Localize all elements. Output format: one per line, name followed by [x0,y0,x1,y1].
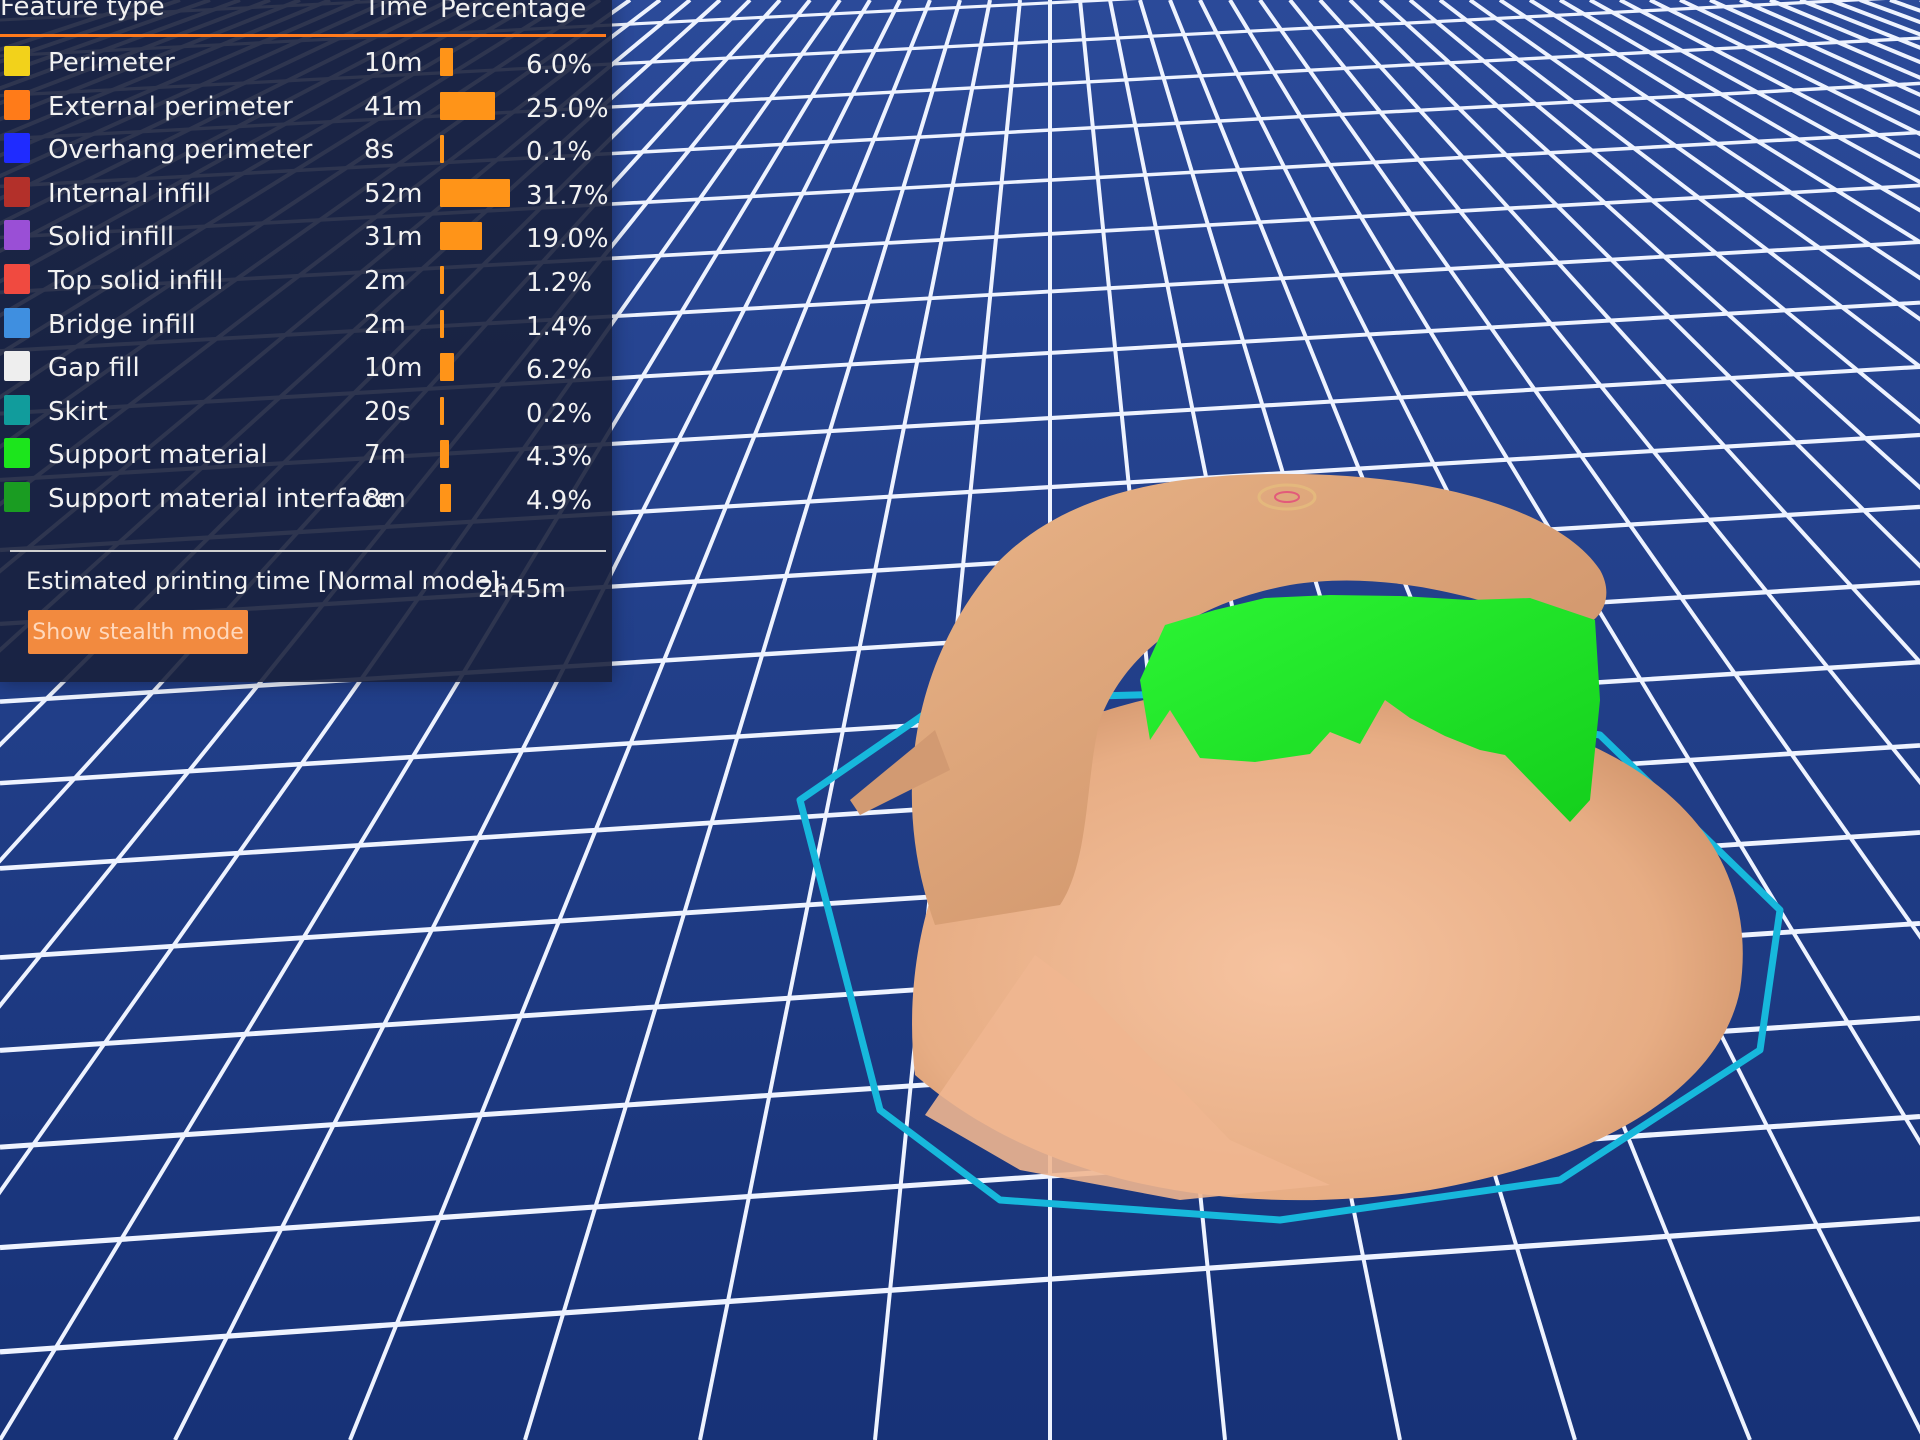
summary-divider [10,550,606,552]
color-swatch [4,481,30,512]
feature-percentage: 0.2% [526,398,593,429]
header-divider [0,34,606,37]
percentage-bar [440,91,495,120]
percentage-bar [440,135,444,164]
feature-label: Top solid infill [48,265,224,296]
feature-label: Internal infill [48,178,211,209]
feature-time: 20s [364,396,411,427]
legend-panel: Feature type Time Percentage Perimeter 10… [0,0,612,682]
feature-label: Support material [48,440,268,471]
feature-row: Support material 7m 4.3% [0,434,612,478]
feature-row: Internal infill 52m 31.7% [0,173,612,217]
percentage-bar [440,483,451,512]
color-swatch [4,263,30,294]
color-swatch [4,438,30,469]
feature-row: Overhang perimeter 8s 0.1% [0,129,612,173]
estimated-time-label: Estimated printing time [Normal mode]: [26,567,508,595]
feature-row: Skirt 20s 0.2% [0,391,612,435]
color-swatch [4,176,30,207]
header-percentage: Percentage [440,0,587,24]
percentage-bar [440,396,444,425]
color-swatch [4,46,30,76]
feature-percentage: 19.0% [526,224,609,255]
feature-row: Solid infill 31m 19.0% [0,216,612,260]
feature-label: External perimeter [48,91,293,122]
color-swatch [4,394,30,425]
feature-row: Support material interface 8m 4.9% [0,478,612,522]
percentage-bar [440,440,450,469]
feature-time: 8s [364,135,395,166]
feature-percentage: 4.3% [526,442,593,473]
percentage-bar [440,178,510,207]
feature-row: External perimeter 41m 25.0% [0,86,612,130]
feature-row: Gap fill 10m 6.2% [0,347,612,391]
percentage-bar [440,309,444,338]
feature-label: Skirt [48,396,108,427]
feature-percentage: 0.1% [526,137,593,168]
show-stealth-mode-button[interactable]: Show stealth mode [28,610,248,654]
feature-label: Gap fill [48,353,140,384]
color-swatch [4,307,30,338]
feature-label: Solid infill [48,222,175,253]
feature-time: 41m [364,91,423,122]
feature-percentage: 1.4% [526,311,593,342]
feature-time: 2m [364,309,406,340]
feature-time: 52m [364,178,423,209]
feature-time: 10m [364,353,423,384]
feature-row: Bridge infill 2m 1.4% [0,304,612,348]
color-swatch [4,89,30,120]
percentage-bar [440,265,444,294]
estimated-time-value: 2h45m [478,574,566,603]
feature-time: 31m [364,222,423,253]
feature-row: Perimeter 10m 6.0% [0,42,612,86]
color-swatch [4,220,30,251]
feature-percentage: 6.2% [526,355,593,386]
feature-label: Perimeter [48,48,175,78]
feature-list: Perimeter 10m 6.0% External perimeter 41m 25.… [0,42,612,522]
feature-percentage: 25.0% [526,93,609,124]
feature-percentage: 31.7% [526,180,609,211]
feature-time: 8m [364,483,406,514]
color-swatch [4,351,30,382]
feature-percentage: 1.2% [526,267,593,298]
percentage-bar [440,222,482,251]
header-feature-type: Feature type [0,0,165,22]
header-time: Time [364,0,428,22]
feature-row: Top solid infill 2m 1.2% [0,260,612,304]
percentage-bar [440,48,454,76]
percentage-bar [440,353,454,382]
feature-label: Bridge infill [48,309,196,340]
feature-time: 2m [364,265,406,296]
feature-label: Overhang perimeter [48,135,313,166]
feature-time: 10m [364,48,423,78]
feature-percentage: 6.0% [526,50,593,80]
feature-label: Support material interface [48,483,392,514]
color-swatch [4,133,30,164]
feature-percentage: 4.9% [526,485,593,516]
feature-time: 7m [364,440,406,471]
